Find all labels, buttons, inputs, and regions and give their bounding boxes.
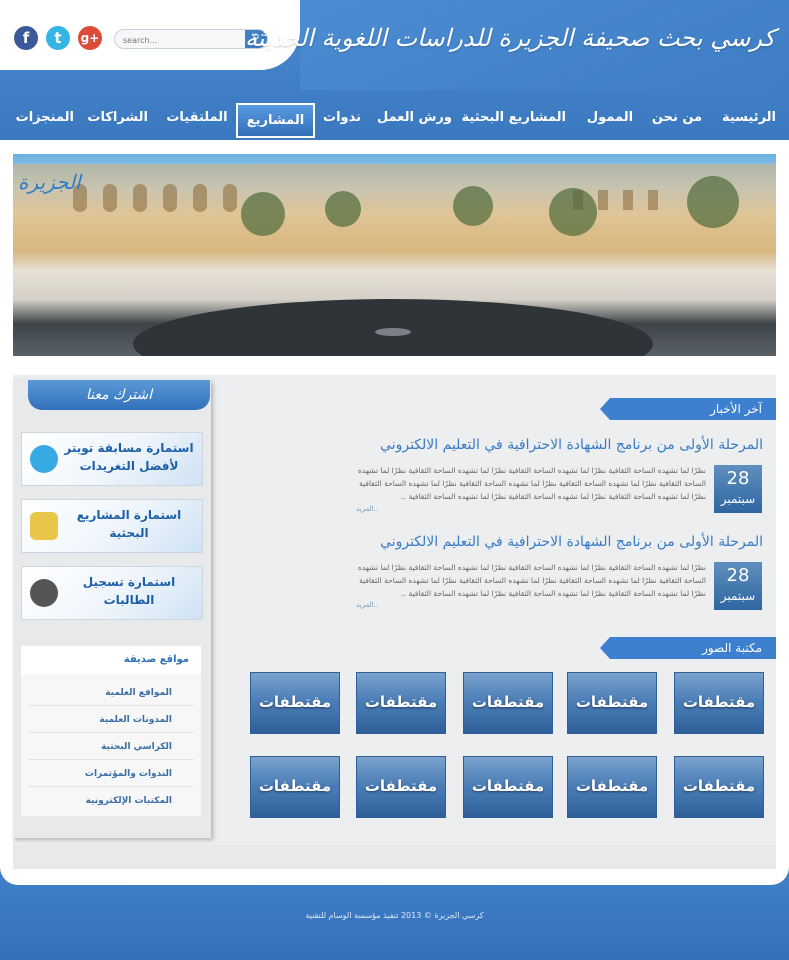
date-month: سبتمبر [720,589,756,603]
site-title[interactable]: كرسي بحث صحيفة الجزيرة للدراسات اللغوية … [245,24,775,52]
friend-link-scientific-sites[interactable]: المواقع العلمية [28,680,194,706]
news-more-link[interactable]: المزيد.. [356,505,378,513]
gallery-tile[interactable]: مقتطفات [463,756,553,818]
news-item-title[interactable]: المرحلة الأولى من برنامج الشهادة الاحترا… [343,534,763,550]
friend-link-scientific-blogs[interactable]: المدونات العلمية [28,707,194,733]
twitter-bird-icon [30,445,58,473]
friend-sites-title: مواقع صديقة [21,646,201,674]
banner-logo: الجزيرة [18,170,81,194]
nav-item-home[interactable]: الرئيسية [720,100,778,138]
campus-photo [13,164,776,356]
friend-link-e-libraries[interactable]: المكتبات الإلكترونية [28,788,194,814]
news-date: 28 سبتمبر [714,562,762,610]
nav-item-research-projects[interactable]: المشاريع البحثية [462,100,566,138]
gallery-tile[interactable]: مقتطفات [250,756,340,818]
news-item-text: نظرًا لما تشهده الساحة الثقافية نظرًا لم… [357,466,706,501]
news-date: 28 سبتمبر [714,465,762,513]
gallery-tile[interactable]: مقتطفات [567,756,657,818]
friend-link-conferences[interactable]: الندوات والمؤتمرات [28,761,194,787]
news-item-title[interactable]: المرحلة الأولى من برنامج الشهادة الاحترا… [343,437,763,453]
subscribe-button[interactable]: اشترك معنا [28,380,210,410]
footer [0,885,789,960]
news-header-arrow [600,398,610,420]
googleplus-icon[interactable]: g+ [78,26,102,50]
gallery-tile[interactable]: مقتطفات [674,756,764,818]
folder-icon [30,512,58,540]
nav-item-about[interactable]: من نحن [650,100,704,138]
promo-student-registration[interactable]: استمارة تسجيل الطالبات [21,566,203,620]
footer-text: كرسي الجزيرة © 2013 تنفيذ مؤسسة الوسام ل… [305,911,484,920]
gallery-tile[interactable]: مقتطفات [674,672,764,734]
banner-image [13,154,776,356]
promo-label: استمارة تسجيل الطالبات [82,575,176,607]
nav-item-seminars[interactable]: ندوات [320,100,364,138]
friend-link-research-chairs[interactable]: الكراسي البحثية [28,734,194,760]
news-section-title: آخر الأخبار [610,398,776,420]
date-month: سبتمبر [720,492,756,506]
promo-label: استمارة مسابقة تويتر لأفضل التغريدات [64,441,194,473]
date-day: 28 [726,565,750,586]
gallery-tile[interactable]: مقتطفات [567,672,657,734]
nav-item-workshops[interactable]: ورش العمل [377,100,452,138]
promo-research-projects[interactable]: استمارة المشاريع البحثية [21,499,203,553]
news-item-text: نظرًا لما تشهده الساحة الثقافية نظرًا لم… [357,563,706,598]
gallery-tile[interactable]: مقتطفات [356,672,446,734]
date-day: 28 [726,468,750,489]
content-bottom-strip [13,845,776,869]
nav-item-achievements[interactable]: المنجزات [16,100,74,138]
gallery-tile[interactable]: مقتطفات [356,756,446,818]
gallery-tile[interactable]: مقتطفات [463,672,553,734]
main-nav: الرئيسية من نحن الممول المشاريع البحثية … [0,100,789,138]
nav-item-forums[interactable]: الملتقيات [166,100,228,138]
nav-item-partnerships[interactable]: الشراكات [87,100,148,138]
gallery-section-title: مكتبة الصور [610,637,776,659]
gallery-header-arrow [600,637,610,659]
twitter-icon[interactable]: t [46,26,70,50]
facebook-icon[interactable]: f [14,26,38,50]
promo-twitter-contest[interactable]: استمارة مسابقة تويتر لأفضل التغريدات [21,432,203,486]
search-input[interactable] [121,31,243,48]
film-reel-icon [30,579,58,607]
nav-item-sponsor[interactable]: الممول [584,100,636,138]
nav-item-projects[interactable]: المشاريع [236,103,315,138]
gallery-tile[interactable]: مقتطفات [250,672,340,734]
news-more-link[interactable]: المزيد.. [356,601,378,609]
promo-label: استمارة المشاريع البحثية [76,508,182,540]
